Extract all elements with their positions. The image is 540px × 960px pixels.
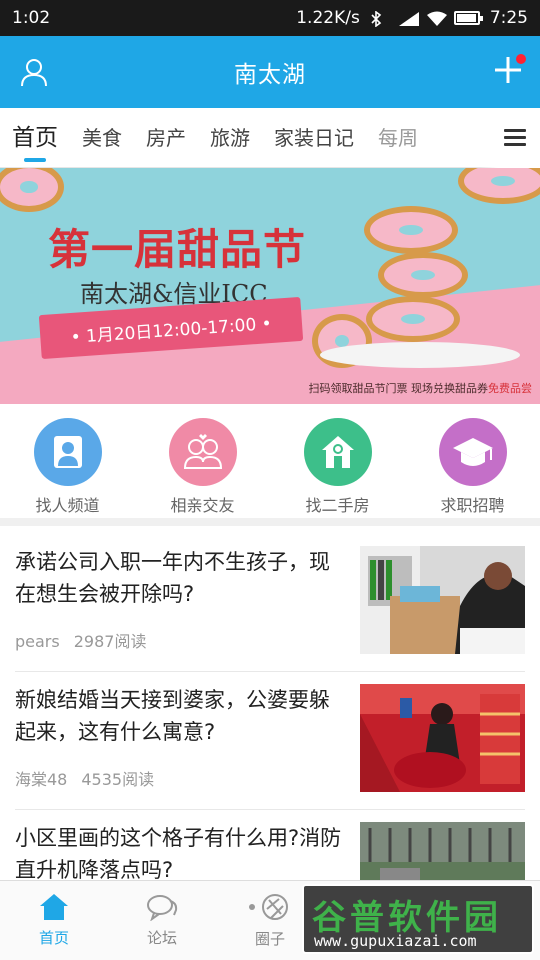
status-time-left: 1:02: [12, 8, 51, 28]
tab-real-estate[interactable]: 房产: [134, 108, 198, 168]
quick-entry-label: 相亲交友: [170, 496, 235, 515]
article-title: 小区里画的这个格子有什么用?消防直升机降落点吗?: [15, 826, 342, 880]
nav-forum[interactable]: 论坛: [108, 881, 216, 960]
article-thumbnail: [360, 684, 525, 792]
quick-entry-dating[interactable]: 相亲交友: [143, 418, 263, 516]
person-search-icon: [33, 418, 102, 486]
donut-stack-image: [364, 206, 458, 254]
article-thumbnail: [360, 546, 525, 654]
tab-home[interactable]: 首页: [0, 108, 70, 168]
menu-icon: [504, 129, 526, 147]
article-title: 新娘结婚当天接到婆家，公婆要躲起来，这有什么寓意?: [15, 688, 330, 744]
graduation-cap-icon: [438, 418, 507, 486]
promo-banner[interactable]: 第一届甜品节 南太湖&信业ICC • 1月20日12:00-17:00 • 扫码…: [0, 168, 540, 404]
circle-icon: [249, 894, 288, 920]
banner-footer: 扫码领取甜品节门票 现场兑换甜品券免费品尝: [309, 380, 533, 396]
quick-entry-second-hand-house[interactable]: 找二手房: [278, 418, 398, 516]
chat-bubble-icon: [147, 895, 178, 921]
couple-icon: [168, 418, 237, 486]
article-list: 承诺公司入职一年内不生孩子，现在想生会被开除吗? pears 2987阅读 新娘结…: [0, 534, 540, 880]
category-tabs: 首页 美食 房产 旅游 家装日记 每周: [0, 108, 540, 168]
quick-entry-row: 找人频道 相亲交友 找二手房 求职招聘: [0, 404, 540, 526]
nav-home[interactable]: 首页: [0, 881, 108, 960]
article-author: pears: [15, 632, 60, 651]
donut-image: [458, 168, 540, 204]
quick-entry-jobs[interactable]: 求职招聘: [413, 418, 533, 516]
watermark-url: www.gupuxiazai.com: [314, 932, 477, 950]
wifi-icon: [426, 11, 447, 26]
plate-image: [320, 342, 520, 368]
quick-entry-label: 找人频道: [35, 496, 100, 515]
home-icon: [40, 894, 68, 920]
tab-weekly[interactable]: 每周: [366, 108, 430, 168]
article-item[interactable]: 承诺公司入职一年内不生孩子，现在想生会被开除吗? pears 2987阅读: [15, 534, 525, 672]
battery-icon: [453, 11, 483, 25]
banner-footer-text: 扫码领取甜品节门票 现场兑换甜品券: [308, 382, 489, 395]
status-right: 1.22K/s 7:25: [296, 8, 528, 28]
status-time-right: 7:25: [489, 8, 528, 28]
user-button[interactable]: [14, 52, 54, 92]
tab-travel[interactable]: 旅游: [198, 108, 262, 168]
quick-entry-label: 求职招聘: [440, 496, 505, 515]
quick-entry-label: 找二手房: [305, 496, 370, 515]
donut-stack-image: [366, 296, 460, 342]
user-icon: [21, 59, 47, 87]
page-title: 南太湖: [234, 62, 306, 88]
banner-footer-highlight: 免费品尝: [488, 382, 532, 395]
article-item[interactable]: 新娘结婚当天接到婆家，公婆要躲起来，这有什么寓意? 海棠48 4535阅读: [15, 672, 525, 810]
net-speed: 1.22K/s: [296, 8, 360, 28]
house-icon: [303, 418, 372, 486]
donut-image: [0, 168, 64, 212]
article-title: 承诺公司入职一年内不生孩子，现在想生会被开除吗?: [15, 550, 330, 606]
status-bar: 1:02 1.22K/s 7:25: [0, 0, 540, 36]
article-meta: 海棠48 4535阅读: [15, 766, 154, 790]
tab-menu-button[interactable]: [480, 108, 540, 168]
watermark: 谷普软件园 www.gupuxiazai.com: [302, 884, 534, 954]
tab-home-decor[interactable]: 家装日记: [262, 108, 366, 168]
donut-stack-image: [378, 252, 468, 298]
notification-dot: [516, 54, 526, 64]
bluetooth-icon: [370, 10, 388, 28]
article-reads: 2987阅读: [73, 632, 147, 651]
nav-label: 论坛: [146, 929, 177, 947]
app-header: 南太湖: [0, 36, 540, 108]
tab-food[interactable]: 美食: [70, 108, 134, 168]
article-thumbnail: [360, 822, 525, 880]
banner-title: 第一届甜品节: [48, 225, 307, 274]
article-reads: 4535阅读: [81, 770, 155, 789]
nav-label: 首页: [38, 929, 69, 947]
add-button[interactable]: [488, 50, 528, 90]
article-meta: pears 2987阅读: [15, 628, 146, 652]
signal-icon: [398, 11, 419, 26]
quick-entry-find-people[interactable]: 找人频道: [8, 418, 128, 516]
nav-label: 圈子: [254, 930, 285, 948]
article-author: 海棠48: [15, 770, 68, 789]
article-item[interactable]: 小区里画的这个格子有什么用?消防直升机降落点吗?: [15, 810, 525, 880]
